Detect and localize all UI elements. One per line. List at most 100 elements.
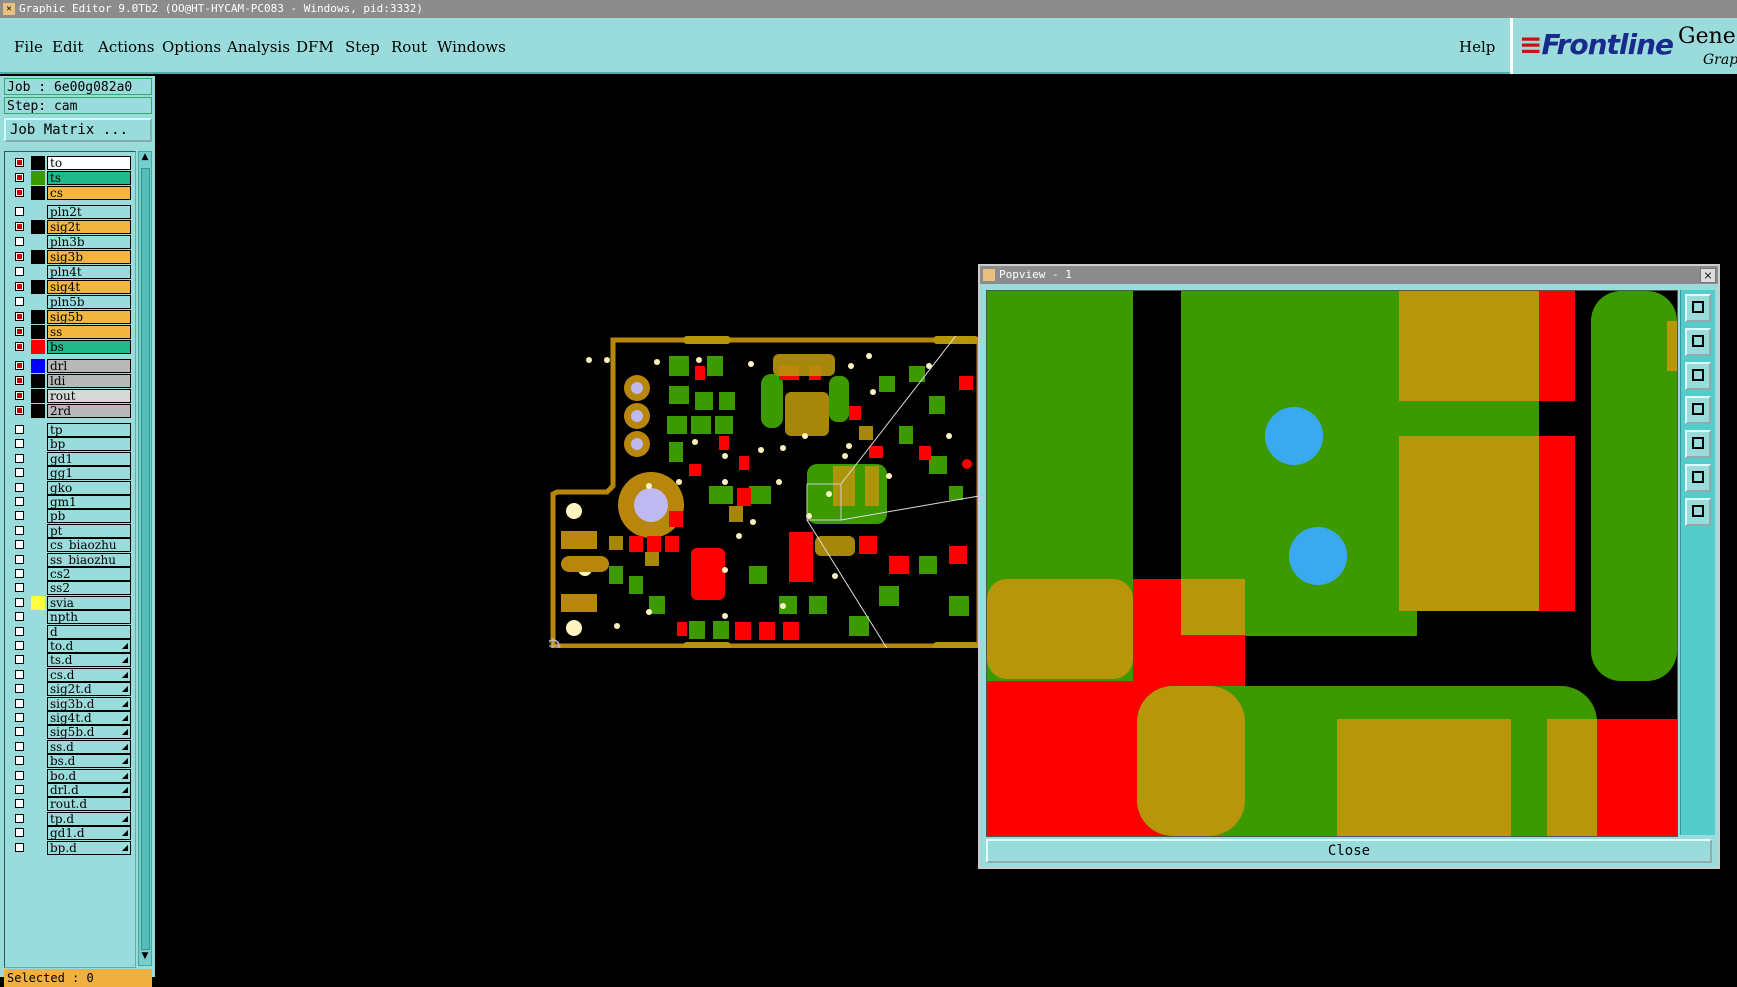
layer-name[interactable]: bo.d ◢ [47,768,131,783]
layer-row[interactable]: bs [9,340,131,354]
layer-checkbox[interactable] [15,641,24,650]
layer-name[interactable]: ldi [47,374,131,388]
layer-checkbox[interactable] [15,828,24,838]
pcb-board-view[interactable] [549,336,979,648]
layer-checkbox[interactable] [15,655,24,665]
layer-checkbox[interactable] [15,173,24,182]
layer-row[interactable]: svia [9,595,131,610]
layer-name[interactable]: sig5b [47,310,131,324]
zoom-in-icon[interactable] [1685,498,1711,526]
layer-row[interactable]: cs_biaozhu [9,538,131,553]
layer-row[interactable]: pln3b [9,235,131,249]
layer-name[interactable]: sig4t.d ◢ [47,711,131,725]
menu-options[interactable]: Options [162,38,221,56]
layer-row[interactable]: gko [9,480,131,495]
layer-checkbox[interactable] [15,391,24,400]
scroll-down-icon[interactable]: ▼ [139,951,151,965]
menu-windows[interactable]: Windows [437,38,506,56]
layer-color-swatch[interactable] [31,404,45,418]
layer-row[interactable]: ts.d ◢ [9,653,131,668]
layer-color-swatch[interactable] [31,481,45,495]
layer-name[interactable]: pln5b [47,295,131,309]
layer-name[interactable]: cs [47,186,131,200]
layer-checkbox[interactable] [15,342,24,351]
layer-checkbox[interactable] [15,252,24,261]
layer-checkbox[interactable] [15,497,24,506]
layer-row[interactable]: gg1 [9,466,131,481]
layer-name[interactable]: sig4t [47,280,131,294]
pan-right-icon[interactable] [1685,430,1711,458]
layer-name[interactable]: pln4t [47,265,131,279]
layer-row[interactable]: sig3b.d ◢ [9,696,131,711]
layer-name[interactable]: sig3b.d ◢ [47,696,131,711]
layer-name[interactable]: d [47,624,131,639]
layer-checkbox[interactable] [15,158,24,167]
layer-row[interactable]: sig5b [9,310,131,324]
layer-checkbox[interactable] [15,583,24,593]
layer-row[interactable]: bo.d ◢ [9,768,131,783]
layer-row[interactable]: ss.d ◢ [9,739,131,754]
layer-color-swatch[interactable] [31,581,45,595]
layer-row[interactable]: drl.d ◢ [9,783,131,797]
layer-checkbox[interactable] [15,727,24,737]
layer-name[interactable]: cs_biaozhu [47,538,131,553]
layer-color-swatch[interactable] [31,826,45,840]
layer-color-swatch[interactable] [31,595,45,610]
layer-row[interactable]: ss [9,325,131,339]
layer-name[interactable]: gd1 [47,451,131,466]
layer-checkbox[interactable] [15,785,24,794]
layer-name[interactable]: sig5b.d ◢ [47,725,131,740]
layer-row[interactable]: pln4t [9,265,131,279]
layer-checkbox[interactable] [15,267,24,276]
layer-row[interactable]: ldi [9,374,131,388]
layer-color-swatch[interactable] [31,186,45,200]
layer-color-swatch[interactable] [31,567,45,581]
layer-color-swatch[interactable] [31,205,45,219]
layer-checkbox[interactable] [15,361,24,370]
layer-color-swatch[interactable] [31,280,45,294]
layer-color-swatch[interactable] [31,265,45,279]
layer-checkbox[interactable] [15,511,24,521]
layer-checkbox[interactable] [15,468,24,478]
layer-name[interactable]: svia [47,595,131,610]
layer-checkbox[interactable] [15,222,24,231]
layer-color-swatch[interactable] [31,389,45,403]
layer-checkbox[interactable] [15,312,24,321]
layer-name[interactable]: ts.d ◢ [47,653,131,668]
layer-checkbox[interactable] [15,756,24,766]
layer-color-swatch[interactable] [31,220,45,234]
zoom-out-icon[interactable] [1685,464,1711,492]
layer-color-swatch[interactable] [31,325,45,339]
layer-row[interactable]: gm1 [9,495,131,509]
layer-checkbox[interactable] [15,597,24,607]
layer-row[interactable]: ts [9,171,131,185]
layer-checkbox[interactable] [15,327,24,336]
layer-row[interactable]: sig2t.d ◢ [9,682,131,697]
menu-help[interactable]: Help [1459,38,1495,56]
layer-name[interactable]: gg1 [47,466,131,481]
layer-name[interactable]: ss2 [47,581,131,596]
layer-color-swatch[interactable] [31,374,45,388]
layer-checkbox[interactable] [15,770,24,780]
layer-row[interactable]: sig5b.d ◢ [9,725,131,740]
menu-step[interactable]: Step [345,38,380,56]
layer-row[interactable]: sig4t.d ◢ [9,711,131,725]
scroll-thumb[interactable] [141,168,150,950]
layer-name[interactable]: pln2t [47,205,131,219]
layer-name[interactable]: 2rd [47,404,131,418]
layer-row[interactable]: bp [9,437,131,452]
layer-checkbox[interactable] [15,669,24,679]
menu-dfm[interactable]: DFM [296,38,334,56]
layer-color-swatch[interactable] [31,610,45,624]
layer-name[interactable]: to.d ◢ [47,639,131,653]
layer-color-swatch[interactable] [31,359,45,373]
layer-checkbox[interactable] [15,626,24,636]
layer-name[interactable]: pt [47,523,131,538]
layer-row[interactable]: bs.d ◢ [9,754,131,769]
layer-name[interactable]: bs [47,340,131,354]
layer-color-swatch[interactable] [31,235,45,249]
layer-name[interactable]: tp [47,423,131,437]
close-button[interactable]: Close [986,839,1712,863]
layer-checkbox[interactable] [15,188,24,197]
layer-row[interactable]: pln5b [9,295,131,309]
